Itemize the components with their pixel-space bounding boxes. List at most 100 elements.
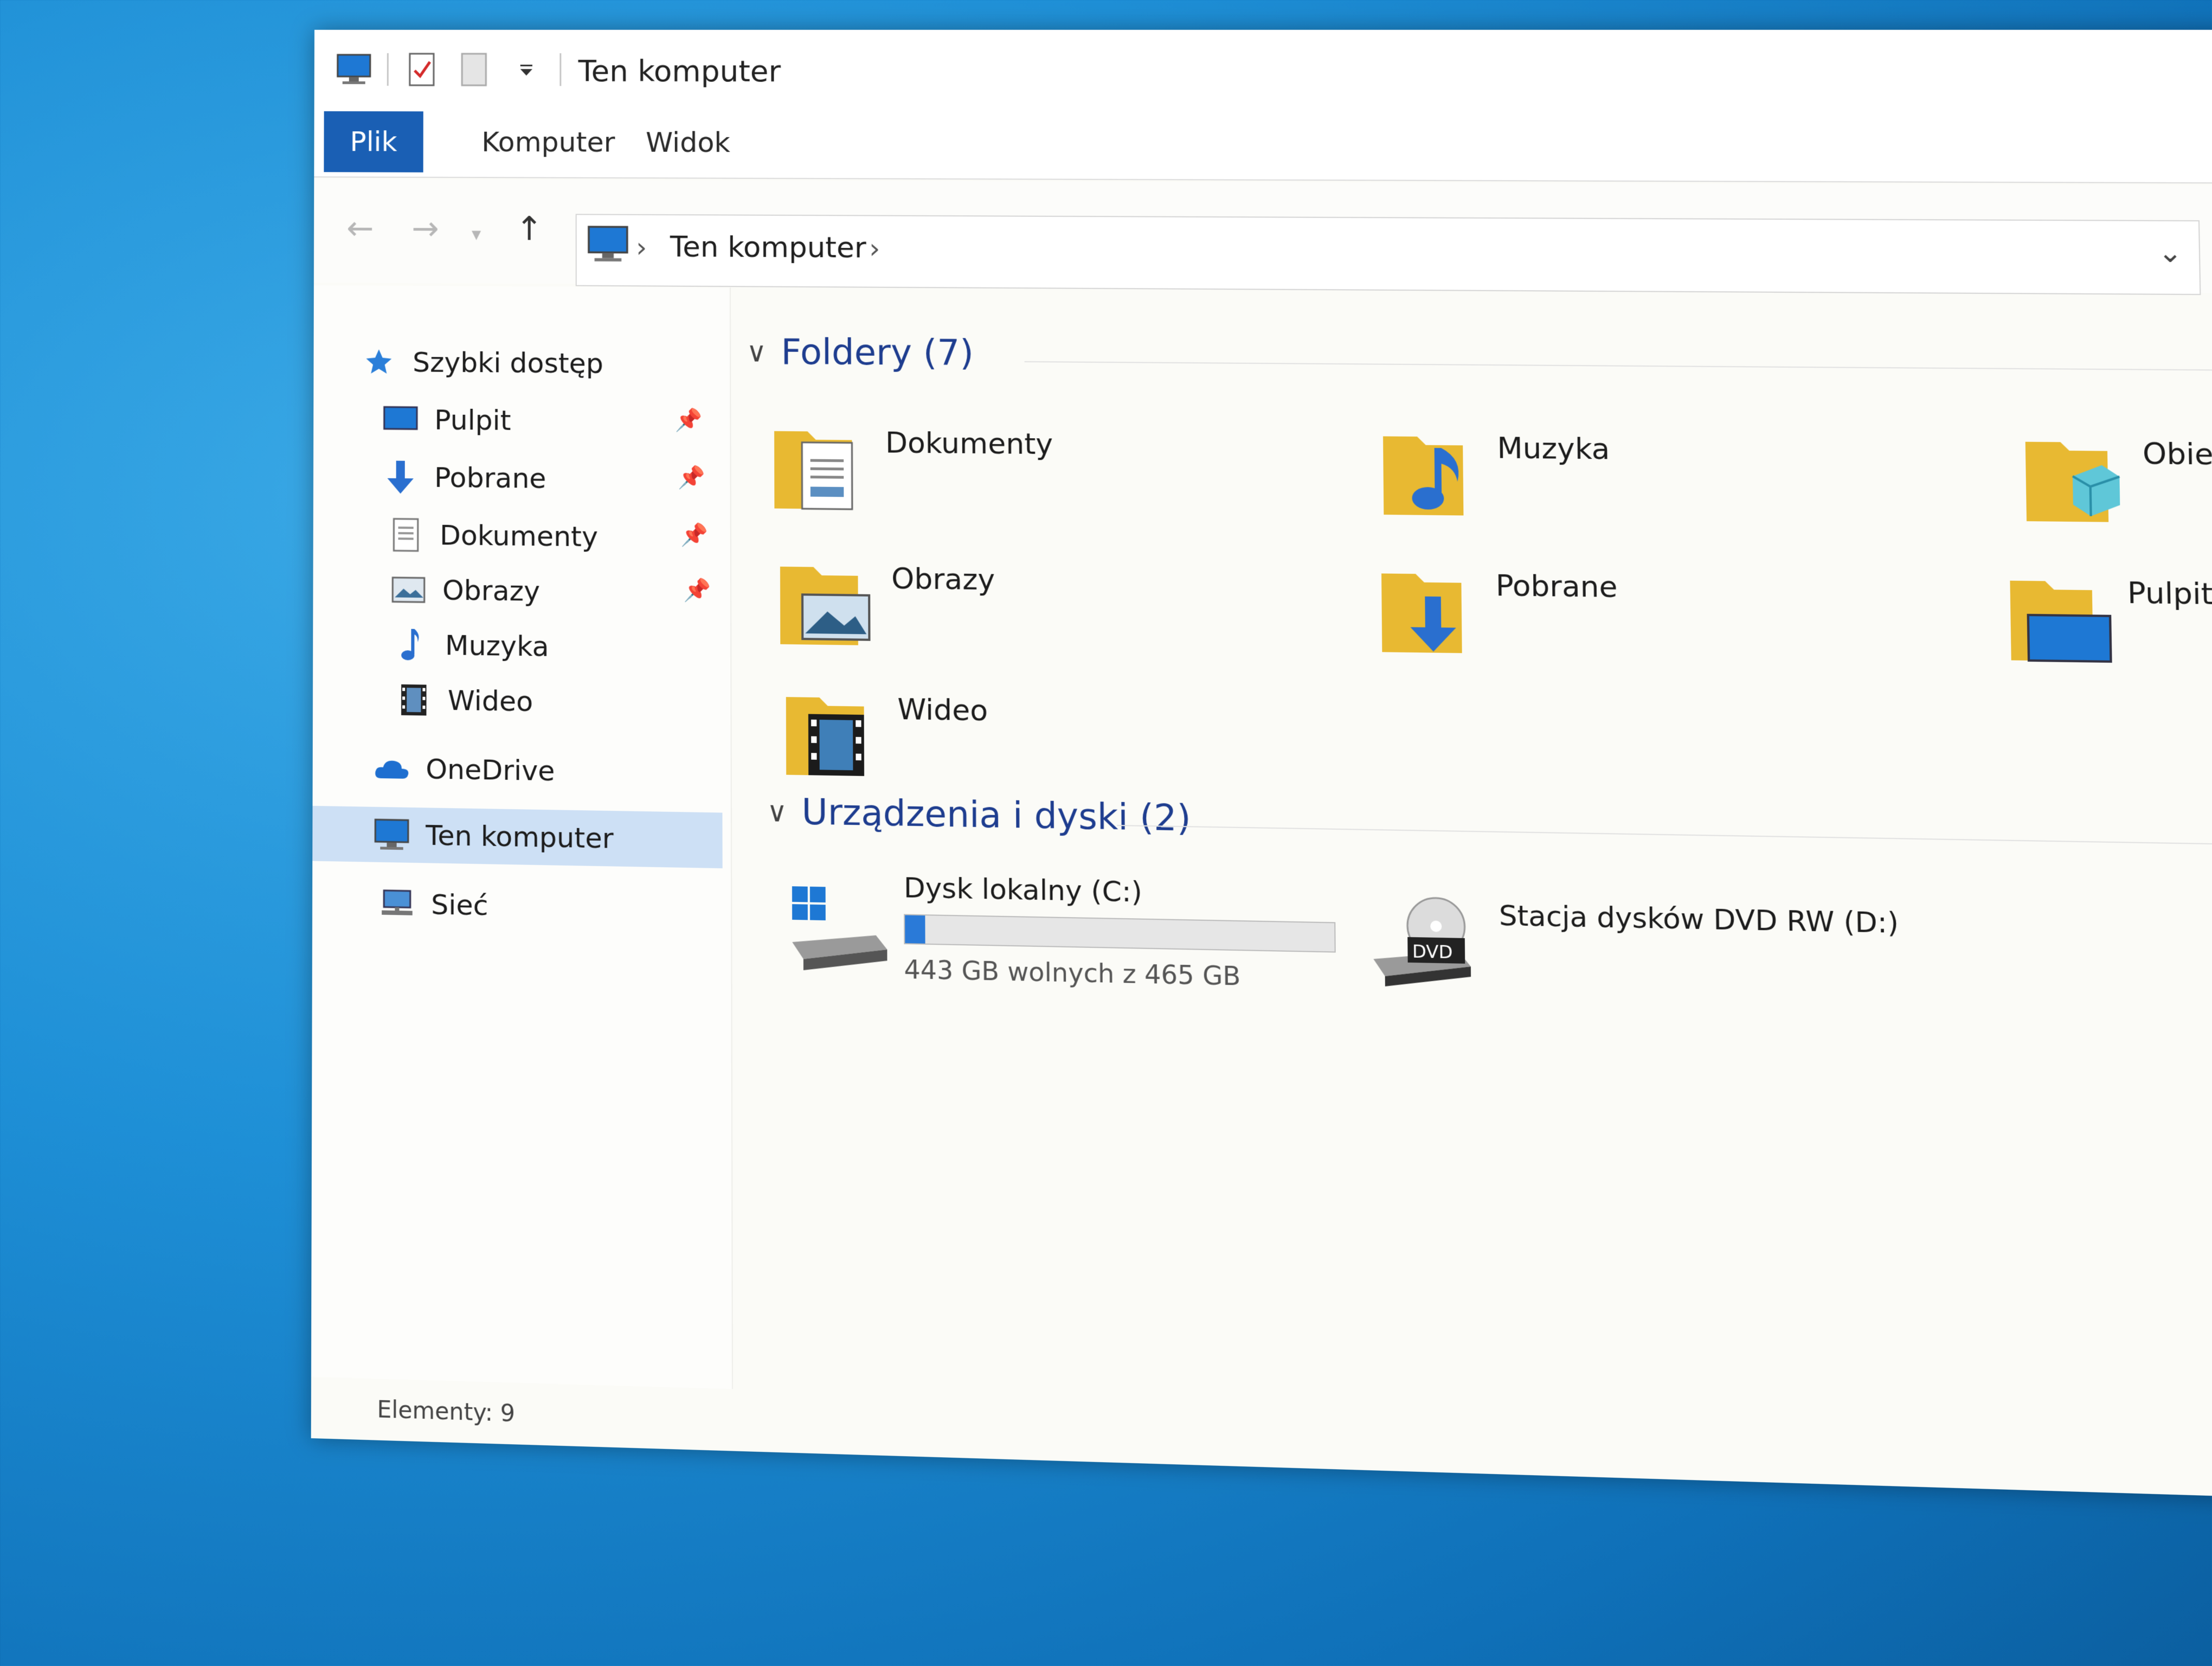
sidebar-item-label: Wideo: [448, 684, 533, 717]
pin-icon[interactable]: 📌: [678, 464, 705, 490]
folder-label: Obiekty 3D: [2142, 437, 2212, 473]
pin-icon[interactable]: 📌: [674, 407, 702, 433]
sidebar-item-label: OneDrive: [426, 753, 555, 787]
sidebar-item-label: Sieć: [431, 888, 488, 921]
desktop-folder-icon: [2004, 558, 2123, 674]
cloud-icon: [370, 746, 414, 791]
sidebar-item-desktop[interactable]: Pulpit: [379, 392, 511, 448]
pin-icon[interactable]: 📌: [683, 577, 711, 604]
sidebar-item-downloads[interactable]: Pobrane: [378, 450, 546, 506]
star-icon: [357, 340, 401, 384]
sidebar-item-pictures[interactable]: Obrazy: [387, 562, 540, 619]
separator: [387, 53, 389, 86]
sidebar-item-label: Ten komputer: [426, 819, 613, 855]
documents-folder-icon: [769, 409, 880, 521]
tab-computer[interactable]: Komputer: [455, 111, 641, 173]
sidebar-item-videos[interactable]: Wideo: [392, 672, 533, 729]
dvd-badge: DVD: [1412, 940, 1453, 963]
chevron-down-icon[interactable]: ⌄: [2158, 236, 2183, 269]
group-divider: [1117, 825, 2212, 847]
computer-icon[interactable]: [335, 50, 373, 88]
tab-view[interactable]: Widok: [619, 112, 756, 174]
breadcrumb-separator-icon[interactable]: ›: [869, 233, 880, 265]
navigation-pane: Szybki dostęp Pulpit 📌 Pobrane 📌 Dokumen…: [311, 285, 733, 1389]
sidebar-item-onedrive[interactable]: OneDrive: [370, 741, 555, 799]
quick-access-toolbar: [335, 50, 562, 89]
ribbon-tabs: Plik Komputer Widok: [314, 111, 2212, 184]
sidebar-item-label: Pobrane: [434, 462, 546, 495]
sidebar-item-label: Dokumenty: [440, 520, 598, 553]
dvd-drive-icon: DVD: [1367, 891, 1477, 991]
sidebar-item-label: Obrazy: [442, 574, 540, 607]
drive-c[interactable]: Dysk lokalny (C:) 443 GB wolnych z 465 G…: [787, 869, 1351, 1015]
recent-locations-icon[interactable]: ▾: [472, 223, 481, 245]
group-title: Urządzenia i dyski (2): [802, 792, 1191, 840]
group-header-devices[interactable]: ∨ Urządzenia i dyski (2): [767, 791, 1191, 840]
content-area: ∨ Foldery (7) Dokumenty Muzyka Obiekty 3…: [735, 287, 2212, 1434]
desktop-icon: [379, 398, 423, 441]
computer-icon: [370, 812, 414, 857]
navigation-row: ← → ▾ ↑ › Ten komputer › ⌄ ↻: [314, 179, 2212, 293]
item-count: Elementy: 9: [377, 1395, 515, 1427]
drive-label: Dysk lokalny (C:): [904, 872, 1335, 912]
breadcrumb-this-pc[interactable]: Ten komputer: [670, 230, 866, 265]
folder-label: Muzyka: [1497, 432, 1610, 466]
sidebar-item-this-pc[interactable]: Ten komputer: [312, 806, 722, 868]
sidebar-item-quick-access[interactable]: Szybki dostęp: [357, 335, 603, 391]
folder-item[interactable]: Muzyka: [1377, 414, 1954, 554]
folder-label: Wideo: [897, 693, 988, 728]
videos-folder-icon: [780, 675, 892, 787]
drive-d[interactable]: DVD Stacja dysków DVD RW (D:): [1367, 880, 2064, 1030]
separator: [560, 53, 561, 86]
window-title: Ten komputer: [578, 54, 781, 88]
folder-item[interactable]: Pobrane: [1375, 551, 1953, 694]
chevron-down-icon[interactable]: ∨: [767, 796, 787, 828]
downloads-folder-icon: [1375, 551, 1490, 665]
sidebar-item-label: Szybki dostęp: [413, 347, 603, 380]
tab-file[interactable]: Plik: [324, 111, 423, 172]
pictures-folder-icon: [775, 544, 886, 657]
address-bar[interactable]: › Ten komputer › ⌄: [576, 214, 2201, 295]
drive-free-space: 443 GB wolnych z 465 GB: [904, 954, 1336, 994]
3d-objects-folder-icon: [2019, 419, 2138, 534]
film-icon: [392, 678, 436, 722]
drive-usage-fill: [905, 915, 925, 944]
folder-label: Pobrane: [1495, 569, 1617, 604]
sidebar-item-network[interactable]: Sieć: [375, 876, 488, 933]
group-divider: [1025, 361, 2212, 371]
group-title: Foldery (7): [781, 332, 974, 374]
pin-icon[interactable]: 📌: [680, 522, 708, 548]
folder-label: Obrazy: [891, 562, 995, 597]
explorer-window: Ten komputer Plik Komputer Widok ← → ▾ ↑…: [311, 30, 2212, 1499]
properties-icon[interactable]: [403, 50, 441, 88]
folder-label: Dokumenty: [885, 426, 1053, 461]
drive-usage-bar: [904, 914, 1336, 952]
folder-item[interactable]: Pulpit: [2004, 558, 2212, 703]
breadcrumb-separator-icon[interactable]: ›: [636, 232, 647, 264]
folder-item[interactable]: Dokumenty: [769, 409, 1330, 548]
title-bar: Ten komputer: [314, 30, 2212, 115]
sidebar-item-documents[interactable]: Dokumenty: [384, 507, 598, 565]
document-icon: [384, 512, 428, 557]
folder-item[interactable]: Obiekty 3D: [2019, 419, 2212, 562]
back-arrow-icon[interactable]: ←: [346, 209, 374, 248]
music-folder-icon: [1377, 414, 1492, 527]
download-icon: [378, 455, 422, 499]
new-folder-icon[interactable]: [455, 50, 493, 88]
drive-label: Stacja dysków DVD RW (D:): [1499, 899, 1899, 940]
group-header-folders[interactable]: ∨ Foldery (7): [747, 332, 974, 374]
folder-item[interactable]: Obrazy: [775, 544, 1337, 685]
up-arrow-icon[interactable]: ↑: [516, 210, 543, 248]
computer-icon: [587, 225, 629, 266]
sidebar-item-label: Pulpit: [434, 404, 511, 437]
forward-arrow-icon[interactable]: →: [411, 209, 439, 248]
folder-label: Pulpit: [2127, 576, 2212, 612]
chevron-down-icon[interactable]: ∨: [747, 336, 767, 368]
pictures-icon: [387, 568, 430, 612]
hard-drive-icon: [787, 881, 893, 980]
music-note-icon: [389, 623, 433, 667]
sidebar-item-music[interactable]: Muzyka: [389, 617, 549, 674]
network-icon: [375, 881, 419, 926]
customize-toolbar-icon[interactable]: [507, 50, 546, 88]
sidebar-item-label: Muzyka: [445, 629, 549, 662]
